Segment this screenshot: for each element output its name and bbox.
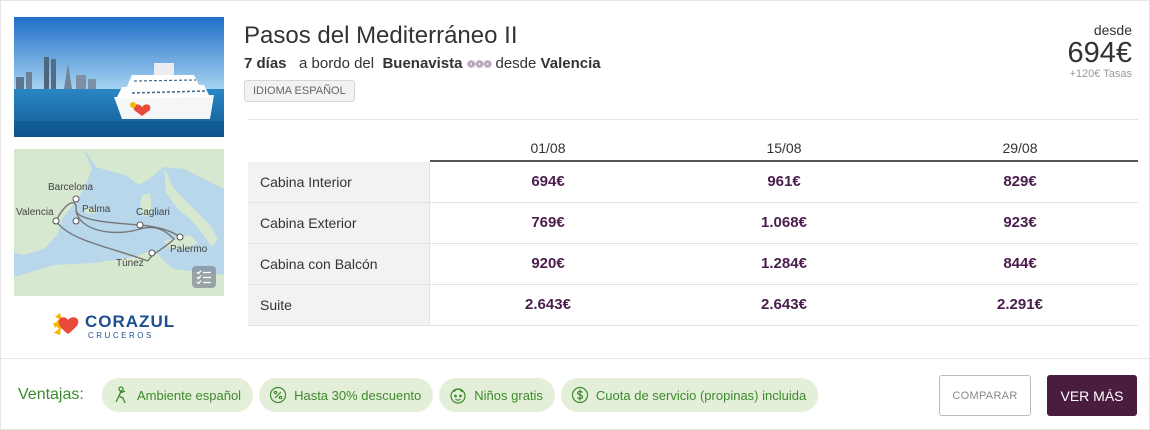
brand-name: CORAZUL: [85, 311, 176, 331]
price-taxes: +120€ Tasas: [1069, 68, 1133, 80]
ventaja-label: Hasta 30% descuento: [294, 387, 422, 403]
map-label-valencia: Valencia: [16, 207, 54, 218]
ventaja-chip: Cuota de servicio (propinas) incluida: [560, 378, 819, 412]
date-column-header: 15/08: [766, 140, 802, 156]
footer-divider: [1, 358, 1150, 359]
cruise-title[interactable]: Pasos del Mediterráneo II: [244, 22, 517, 50]
compare-button[interactable]: COMPARAR: [939, 375, 1031, 416]
fare-price[interactable]: 961€: [666, 162, 902, 202]
fare-price[interactable]: 920€: [430, 244, 666, 284]
fare-price[interactable]: 2.643€: [666, 285, 902, 325]
fare-price[interactable]: 2.291€: [902, 285, 1138, 325]
child-face-icon: [449, 386, 467, 404]
price-amount: 694€: [1067, 37, 1132, 69]
ventaja-chip: Ambiente español: [102, 378, 254, 412]
ventaja-label: Ambiente español: [137, 387, 242, 403]
brand-logo: CORAZUL CRUCEROS: [51, 308, 191, 344]
ventaja-label: Cuota de servicio (propinas) incluida: [595, 387, 807, 403]
aboard-text: a bordo del: [299, 55, 375, 72]
price-summary: desde 694€ +120€ Tasas: [972, 22, 1132, 80]
ventajas-list: Ambiente español Hasta 30% descuento Niñ…: [102, 378, 819, 412]
route-map[interactable]: Barcelona Palma Valencia Cagliari Palerm…: [14, 149, 224, 296]
fare-price[interactable]: 829€: [902, 162, 1138, 202]
itinerary-list-icon[interactable]: [192, 266, 216, 288]
date-column-header: 01/08: [530, 140, 566, 156]
cabin-type: Cabina Interior: [248, 162, 430, 202]
price-from-label: desde: [1093, 22, 1132, 38]
map-label-tunez: Túnez: [116, 258, 144, 269]
flamenco-icon: [112, 386, 130, 404]
dollar-coin-icon: [571, 386, 589, 404]
percent-icon: [269, 386, 287, 404]
cabin-type: Suite: [248, 285, 430, 325]
fare-price[interactable]: 694€: [430, 162, 666, 202]
heart-sun-icon: [53, 313, 79, 335]
ventaja-label: Niños gratis: [474, 387, 543, 403]
table-row: Cabina con Balcón 920€ 1.284€ 844€: [248, 244, 1138, 285]
fares-table: 01/08 15/08 29/08 Cabina Interior 694€ 9…: [248, 119, 1138, 326]
map-label-cagliari: Cagliari: [136, 207, 170, 218]
fare-price[interactable]: 769€: [430, 203, 666, 243]
view-more-button[interactable]: VER MÁS: [1047, 375, 1137, 416]
language-badge: IDIOMA ESPAÑOL: [244, 80, 355, 102]
cruise-summary: 7 días a bordo del Buenavista ❁❁❁ desde …: [244, 55, 601, 72]
brand-subtitle: CRUCEROS: [88, 330, 154, 340]
fares-header-row: 01/08 15/08 29/08: [430, 120, 1138, 162]
map-label-barcelona: Barcelona: [48, 182, 93, 193]
ship-name: Buenavista: [382, 55, 463, 72]
table-row: Cabina Exterior 769€ 1.068€ 923€: [248, 203, 1138, 244]
map-label-palma: Palma: [82, 204, 111, 215]
cabin-type: Cabina Exterior: [248, 203, 430, 243]
ship-photo[interactable]: [14, 17, 224, 137]
duration: 7 días: [244, 55, 287, 72]
from-text: desde: [495, 55, 537, 72]
table-row: Cabina Interior 694€ 961€ 829€: [248, 162, 1138, 203]
date-column-header: 29/08: [1002, 140, 1038, 156]
cruise-card: Barcelona Palma Valencia Cagliari Palerm…: [0, 0, 1150, 430]
ship-rating-icon: ❁❁❁: [466, 59, 493, 71]
ventaja-chip: Niños gratis: [439, 378, 555, 412]
fare-price[interactable]: 1.284€: [666, 244, 902, 284]
departure-port: Valencia: [540, 55, 601, 72]
fare-price[interactable]: 2.643€: [430, 285, 666, 325]
ventaja-chip: Hasta 30% descuento: [259, 378, 434, 412]
table-row: Suite 2.643€ 2.643€ 2.291€: [248, 285, 1138, 326]
fare-price[interactable]: 1.068€: [666, 203, 902, 243]
fare-price[interactable]: 844€: [902, 244, 1138, 284]
ventajas-label: Ventajas:: [18, 386, 84, 403]
cabin-type: Cabina con Balcón: [248, 244, 430, 284]
map-label-palermo: Palermo: [170, 244, 208, 255]
fare-price[interactable]: 923€: [902, 203, 1138, 243]
